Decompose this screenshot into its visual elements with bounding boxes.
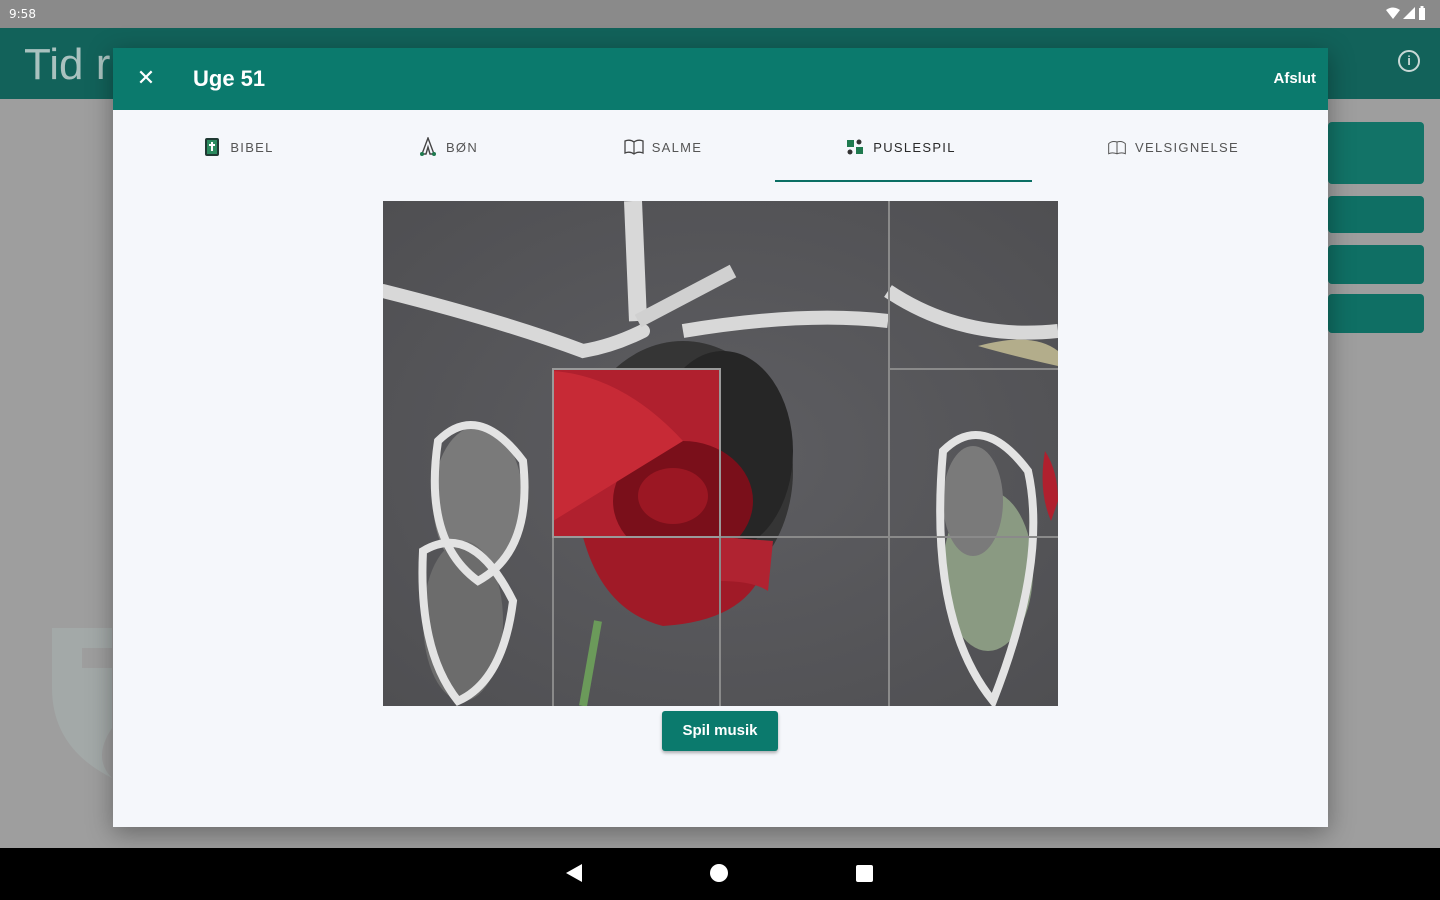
battery-icon (1419, 6, 1425, 20)
tab-salme[interactable]: SALME (603, 110, 723, 184)
puzzle-icon (847, 139, 864, 155)
background-button (1328, 294, 1424, 333)
hymn-book-icon (624, 139, 644, 155)
status-bar: 9:58 (0, 0, 1440, 28)
weekly-dialog: ✕ Uge 51 Afslut BIBEL BØN SALME PUSLESPI… (113, 48, 1328, 827)
status-icons (1386, 6, 1426, 20)
puzzle-image (383, 201, 1058, 706)
tab-puslespil[interactable]: PUSLESPIL (813, 110, 988, 184)
tab-label: BIBEL (230, 139, 274, 155)
puzzle-board[interactable] (383, 201, 1058, 706)
info-icon[interactable]: i (1398, 50, 1420, 72)
home-icon[interactable] (710, 864, 728, 882)
app-title: Tid r (24, 40, 111, 89)
recents-icon[interactable] (856, 865, 873, 882)
tab-label: BØN (445, 139, 479, 155)
wifi-icon (1386, 7, 1400, 19)
tab-label: PUSLESPIL (873, 139, 956, 155)
tab-bon[interactable]: BØN (398, 110, 498, 184)
bible-icon (205, 138, 220, 156)
play-music-button[interactable]: Spil musik (662, 711, 778, 751)
exit-button[interactable]: Afslut (1274, 70, 1317, 87)
status-time: 9:58 (9, 7, 36, 21)
background-button (1328, 245, 1424, 284)
dialog-title: Uge 51 (193, 66, 266, 91)
tab-bar: BIBEL BØN SALME PUSLESPIL VELSIGNELSE (113, 110, 1328, 184)
signal-icon (1403, 7, 1415, 19)
tab-label: SALME (651, 139, 703, 155)
prayer-icon (419, 137, 436, 156)
tab-bibel[interactable]: BIBEL (178, 110, 298, 184)
background-button (1328, 122, 1424, 184)
blessing-hands-icon (1108, 140, 1126, 155)
dialog-header: ✕ Uge 51 Afslut (113, 48, 1328, 110)
selected-tab-indicator (775, 180, 1032, 182)
tab-velsignelse[interactable]: VELSIGNELSE (1088, 110, 1258, 184)
close-icon[interactable]: ✕ (133, 66, 159, 92)
tab-label: VELSIGNELSE (1135, 139, 1239, 155)
back-icon[interactable] (566, 864, 582, 882)
background-button (1328, 196, 1424, 233)
